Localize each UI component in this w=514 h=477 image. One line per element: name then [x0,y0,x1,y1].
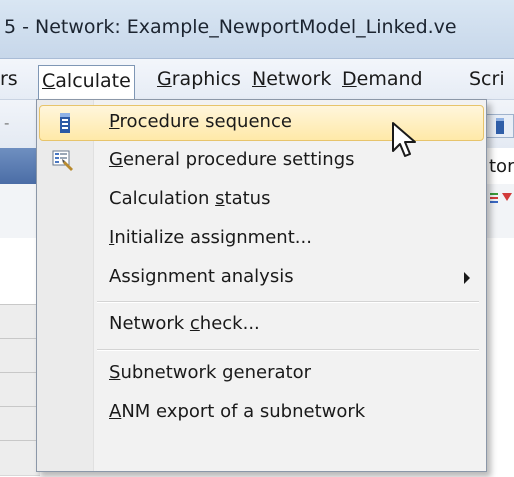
menu-item-subnetwork-generator[interactable]: Subnetwork generator [39,356,484,392]
menu-graphics[interactable]: Graphics [157,64,241,94]
menu-item-label: ANM export of a subnetwork [109,401,366,422]
menu-tools-partial[interactable]: rs [0,64,18,94]
toolbar-dropdown-glyph: - [4,114,10,132]
menu-item-network-check[interactable]: Network check... [39,307,484,343]
menu-item-label: Subnetwork generator [109,362,311,383]
procedure-sequence-icon [496,118,504,134]
menu-item-label: Assignment analysis [109,266,294,287]
list-row[interactable] [0,440,40,476]
menu-item-label: Calculation status [109,188,271,209]
menu-item-calculation-status[interactable]: Calculation status [39,182,484,218]
settings-icon [52,150,73,171]
menu-item-label: Network check... [109,313,260,334]
menu-network[interactable]: Network [252,64,331,94]
list-row[interactable] [0,338,40,374]
menu-item-initialize-assignment[interactable]: Initialize assignment... [39,221,484,257]
menu-separator [97,301,479,303]
partial-tab[interactable]: tor [484,148,514,184]
mouse-cursor-icon [392,122,416,157]
partial-tab-label: tor [489,156,514,177]
toolbar-button[interactable] [486,114,514,138]
menu-item-label: Initialize assignment... [109,227,312,248]
window-title-bar: 5 - Network: Example_NewportModel_Linked… [0,0,514,59]
calculate-menu: Procedure sequence General procedure set… [36,99,487,472]
menu-demand[interactable]: Demand [342,64,423,94]
menu-item-label: Procedure sequence [109,111,292,132]
menu-item-assignment-analysis[interactable]: Assignment analysis [39,260,484,296]
filter-icons[interactable] [488,188,514,210]
menu-calculate[interactable]: Calculate [38,65,135,101]
window-title: 5 - Network: Example_NewportModel_Linked… [4,16,457,38]
menu-calculate-mnemonic: C [42,70,56,92]
filter-icon [490,193,512,203]
procedure-sequence-icon [60,113,70,133]
menu-item-label: General procedure settings [109,149,355,170]
menu-separator [97,349,479,351]
menu-scripts-partial[interactable]: Scri [469,64,505,94]
menu-bar: rs Calculate Graphics Network Demand Scr… [0,59,514,101]
submenu-arrow-icon [464,272,470,284]
list-row[interactable] [0,406,40,442]
toolbar-dropdown[interactable]: - [0,112,34,138]
list-row[interactable] [0,372,40,408]
menu-item-anm-export[interactable]: ANM export of a subnetwork [39,395,484,431]
menu-calculate-rest: alculate [55,70,131,92]
list-row[interactable] [0,304,40,340]
